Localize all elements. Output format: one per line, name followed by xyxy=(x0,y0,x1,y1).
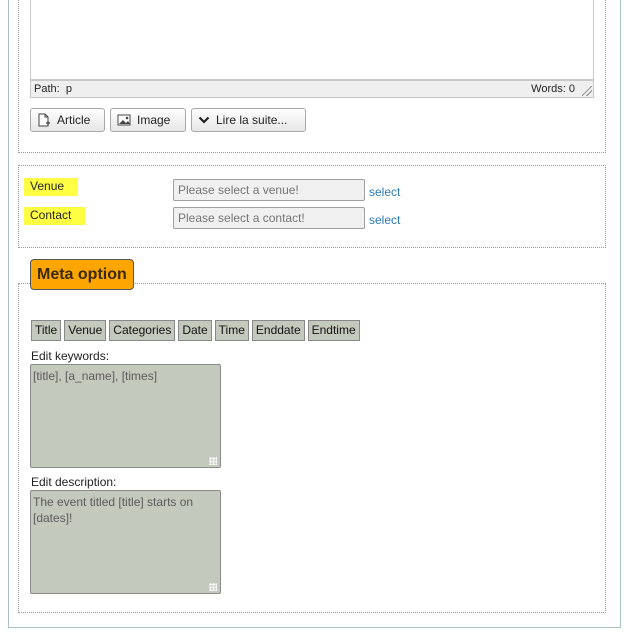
tag-enddate-button[interactable]: Enddate xyxy=(251,320,305,341)
contact-input[interactable] xyxy=(173,207,365,229)
read-more-button-label: Lire la suite... xyxy=(216,113,288,127)
tag-endtime-button[interactable]: Endtime xyxy=(307,320,360,341)
contact-select-link[interactable]: select xyxy=(369,213,400,227)
path-value[interactable]: p xyxy=(66,83,72,95)
tag-date-button[interactable]: Date xyxy=(178,320,212,341)
path-label: Path: xyxy=(34,83,60,95)
read-more-button[interactable]: Lire la suite... xyxy=(191,108,306,132)
image-icon xyxy=(117,114,131,126)
editor-path: Path: p xyxy=(34,81,72,97)
keywords-label: Edit keywords: xyxy=(31,349,110,363)
tag-categories-button[interactable]: Categories xyxy=(109,320,176,341)
keywords-resize-grip-icon[interactable] xyxy=(209,457,217,465)
page-add-icon xyxy=(38,113,50,126)
venue-select-link[interactable]: select xyxy=(369,185,400,199)
tag-venue-button[interactable]: Venue xyxy=(64,320,107,341)
editor-status-bar: Path: p Words: 0 xyxy=(30,80,594,98)
resize-grip-icon[interactable] xyxy=(582,86,592,96)
tag-title-button[interactable]: Title xyxy=(31,320,62,341)
venue-input[interactable] xyxy=(173,179,365,201)
meta-tag-buttons: Title Venue Categories Date Time Enddate… xyxy=(31,320,360,341)
words-label: Words: xyxy=(531,83,566,95)
contact-label: Contact xyxy=(24,207,86,225)
chevron-down-icon xyxy=(198,116,210,124)
keywords-textarea[interactable]: [title], [a_name], [times] xyxy=(30,364,221,468)
editor-content-area[interactable] xyxy=(30,0,594,80)
venue-label: Venue xyxy=(24,178,79,196)
article-button[interactable]: Article xyxy=(30,108,105,132)
words-value: 0 xyxy=(568,83,575,95)
description-label: Edit description: xyxy=(31,475,117,489)
image-button[interactable]: Image xyxy=(110,108,186,132)
tag-time-button[interactable]: Time xyxy=(214,320,249,341)
description-resize-grip-icon[interactable] xyxy=(209,583,217,591)
description-textarea[interactable]: The event titled [title] starts on [date… xyxy=(30,490,221,594)
meta-option-legend: Meta option xyxy=(30,259,134,290)
article-button-label: Article xyxy=(57,113,91,127)
word-count: Words: 0 xyxy=(531,81,575,97)
image-button-label: Image xyxy=(137,113,171,127)
